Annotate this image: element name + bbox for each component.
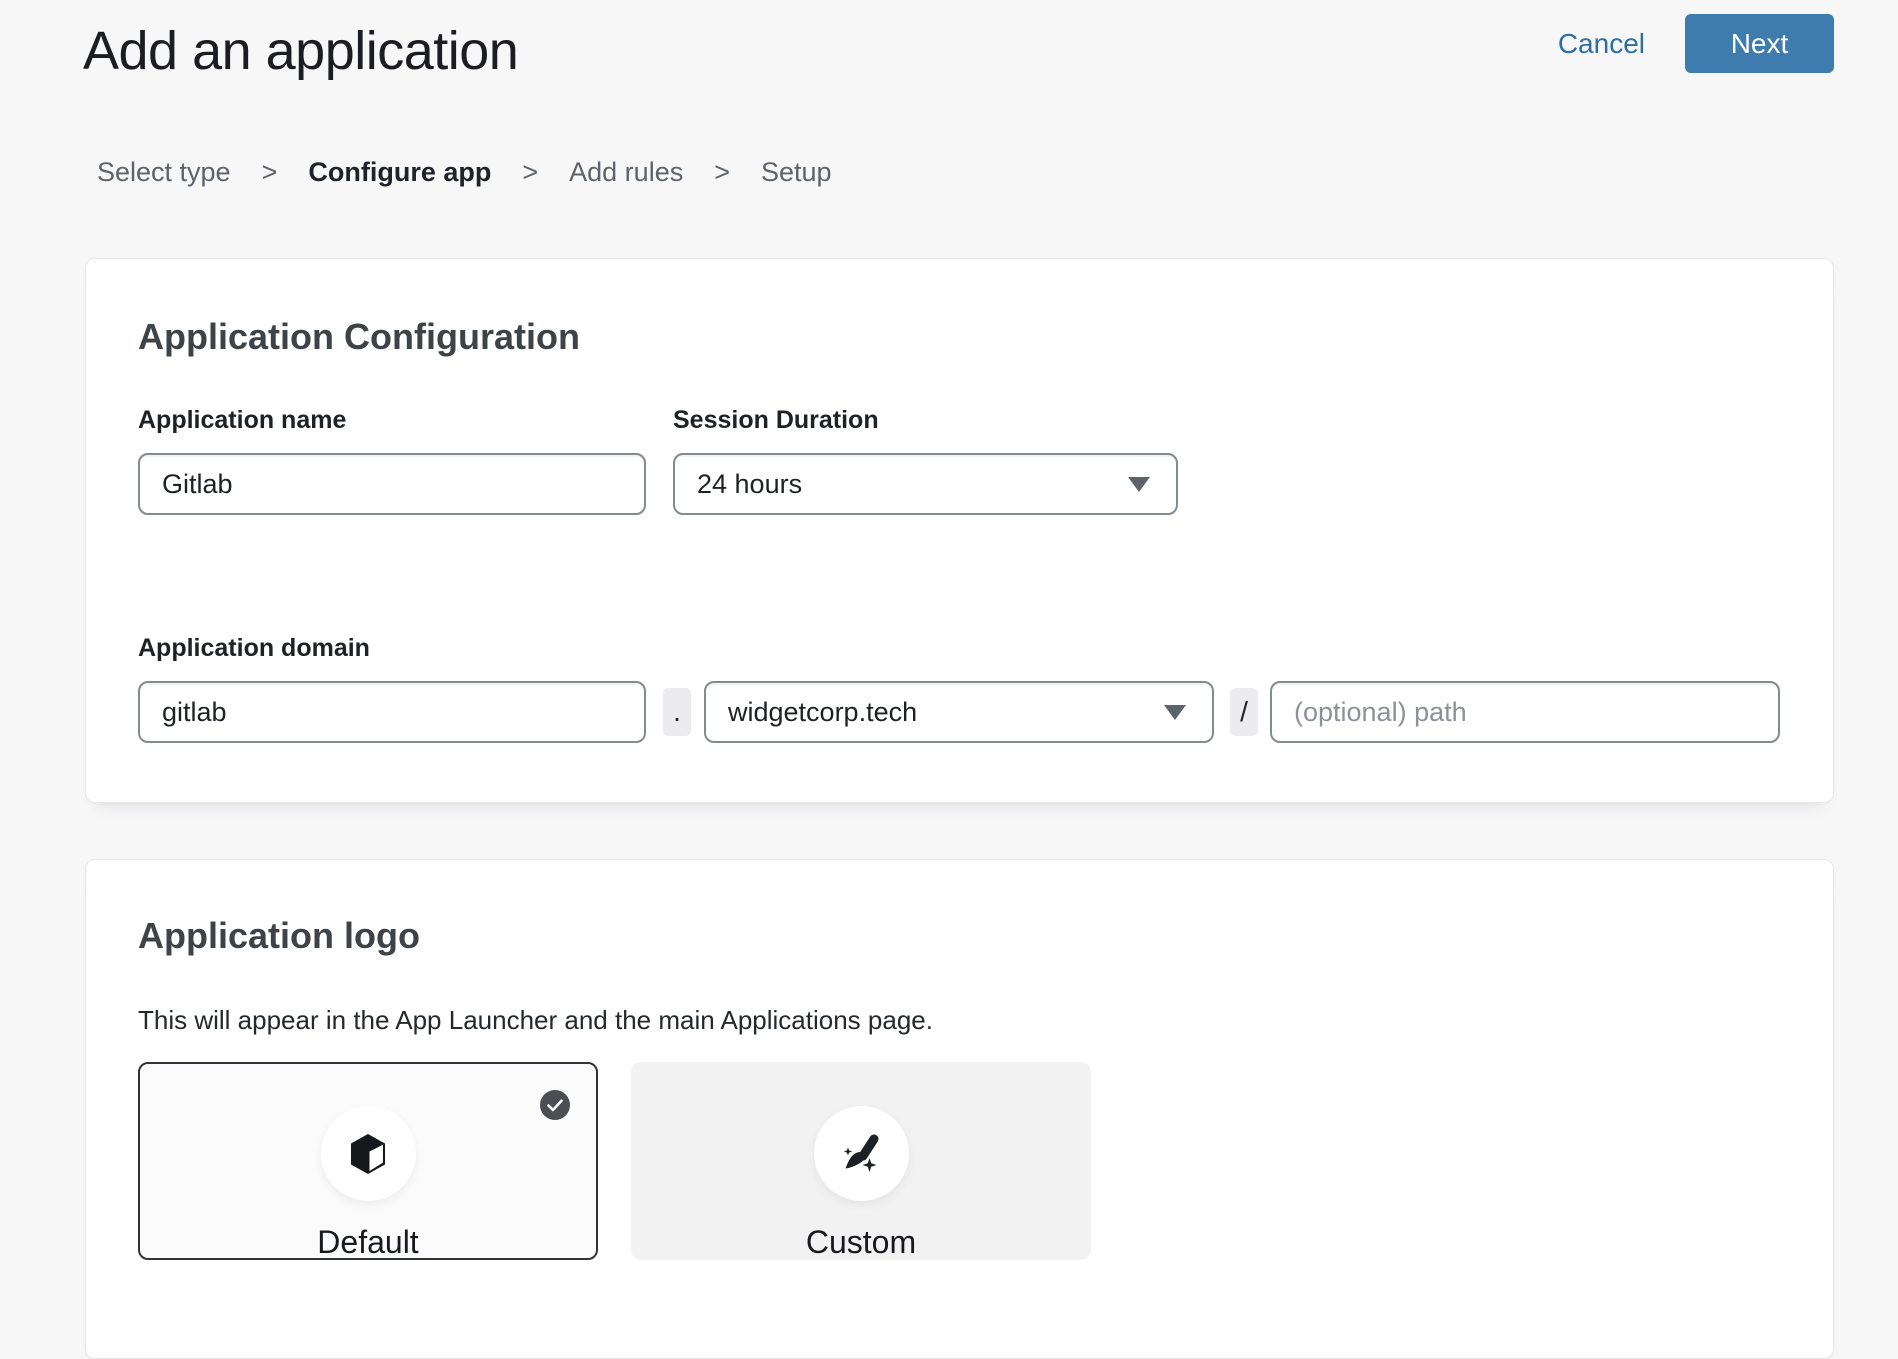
breadcrumb-item-select-type[interactable]: Select type xyxy=(97,156,231,188)
logo-option-custom[interactable]: Custom xyxy=(631,1062,1091,1260)
cancel-button[interactable]: Cancel xyxy=(1558,28,1645,60)
domain-select-value: widgetcorp.tech xyxy=(728,697,917,728)
config-card-heading: Application Configuration xyxy=(138,315,1781,359)
breadcrumb: Select type > Configure app > Add rules … xyxy=(97,156,832,188)
session-duration-select[interactable]: 24 hours xyxy=(673,453,1178,515)
session-duration-value: 24 hours xyxy=(697,469,802,500)
application-name-input[interactable] xyxy=(138,453,646,515)
custom-logo-circle xyxy=(814,1106,909,1201)
application-logo-card: Application logo This will appear in the… xyxy=(85,859,1834,1359)
name-duration-row: Application name Session Duration 24 hou… xyxy=(138,405,1781,515)
session-duration-label: Session Duration xyxy=(673,405,1178,435)
breadcrumb-item-add-rules[interactable]: Add rules xyxy=(569,156,683,188)
next-button[interactable]: Next xyxy=(1685,14,1834,73)
domain-select[interactable]: widgetcorp.tech xyxy=(704,681,1214,743)
page-title: Add an application xyxy=(83,18,518,86)
breadcrumb-separator: > xyxy=(522,156,538,188)
slash-separator: / xyxy=(1230,688,1258,736)
logo-card-heading: Application logo xyxy=(138,914,1781,958)
logo-option-label: Default xyxy=(140,1223,596,1261)
breadcrumb-separator: > xyxy=(714,156,730,188)
session-duration-field: Session Duration 24 hours xyxy=(673,405,1178,515)
chevron-down-icon xyxy=(1128,477,1150,492)
logo-card-description: This will appear in the App Launcher and… xyxy=(138,1004,1781,1036)
paintbrush-icon xyxy=(839,1132,883,1176)
default-logo-circle xyxy=(321,1106,416,1201)
breadcrumb-item-setup[interactable]: Setup xyxy=(761,156,832,188)
dot-separator: . xyxy=(663,688,691,736)
logo-option-default[interactable]: Default xyxy=(138,1062,598,1260)
application-domain-row: . widgetcorp.tech / xyxy=(138,681,1781,743)
application-domain-label: Application domain xyxy=(138,633,1781,663)
application-configuration-card: Application Configuration Application na… xyxy=(85,258,1834,803)
application-name-field: Application name xyxy=(138,405,646,515)
chevron-down-icon xyxy=(1164,705,1186,720)
subdomain-input[interactable] xyxy=(138,681,646,743)
breadcrumb-separator: > xyxy=(262,156,278,188)
logo-option-label: Custom xyxy=(631,1223,1091,1261)
breadcrumb-item-configure-app: Configure app xyxy=(308,156,491,188)
path-input[interactable] xyxy=(1270,681,1780,743)
logo-options: Default Custom xyxy=(138,1062,1781,1260)
header-actions: Cancel Next xyxy=(1558,14,1834,73)
application-name-label: Application name xyxy=(138,405,646,435)
cube-icon xyxy=(348,1132,388,1176)
selected-check-icon xyxy=(540,1090,570,1120)
